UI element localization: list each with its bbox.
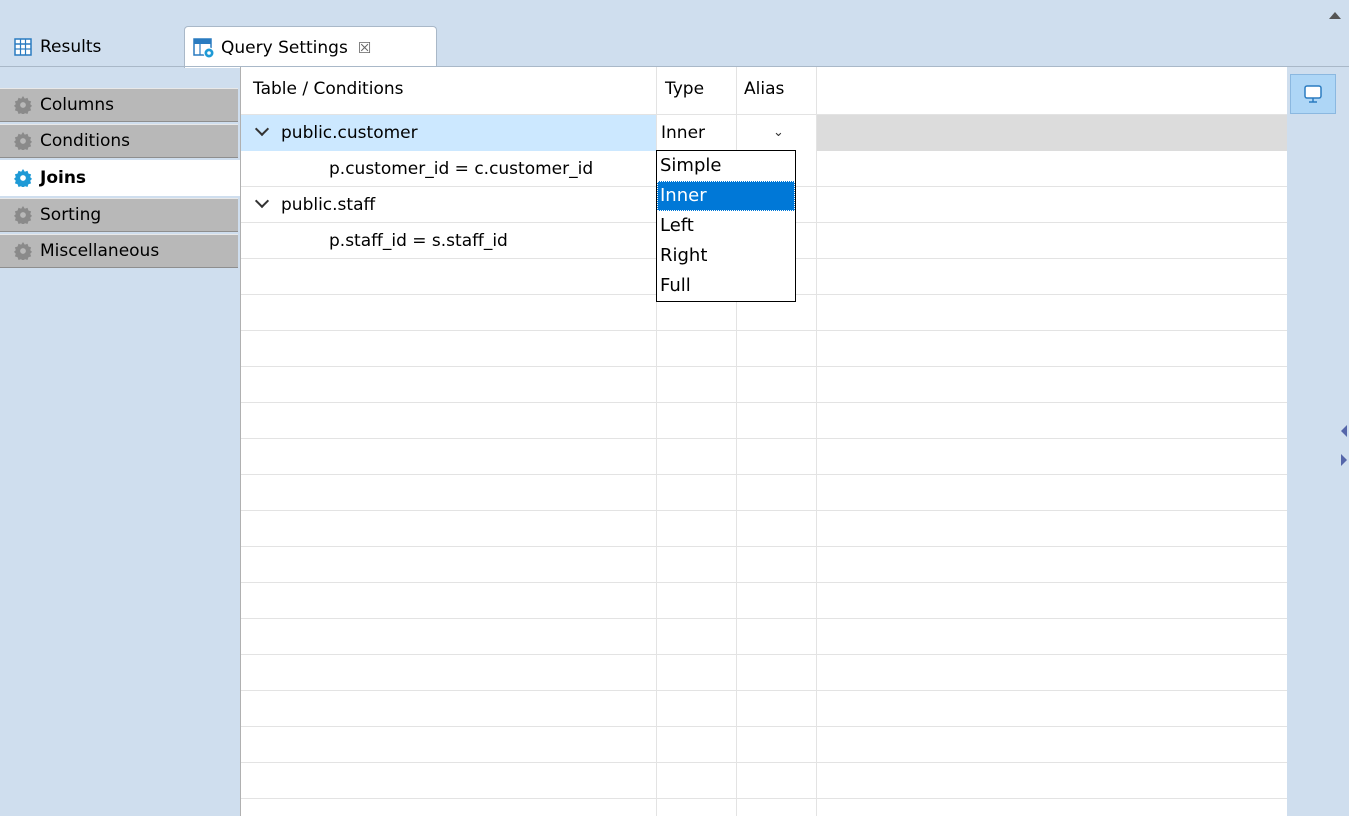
nav-item-label: Columns [40,95,114,115]
empty-row [241,403,1287,439]
empty-row [241,583,1287,619]
empty-row [241,655,1287,691]
nav-item-label: Conditions [40,131,130,151]
gear-icon [14,242,32,260]
table-header: Table / Conditions Type Alias [241,67,1287,115]
dropdown-option-left[interactable]: Left [657,211,795,241]
nav-item-joins[interactable]: Joins [0,160,240,196]
tree-node-label: public.customer [254,115,418,151]
column-header-alias[interactable]: Alias [744,79,784,99]
chevron-down-icon[interactable] [254,121,270,137]
join-type-dropdown-list[interactable]: Simple Inner Left Right Full [656,150,796,302]
column-header-type[interactable]: Type [665,79,704,99]
column-separator [816,67,817,816]
gear-icon [14,96,32,114]
tab-query-settings[interactable]: Query Settings ☒ [184,26,437,68]
empty-row [241,691,1287,727]
empty-row [241,439,1287,475]
empty-row [241,547,1287,583]
presentation-icon [1304,85,1322,103]
empty-row [241,367,1287,403]
right-side-panel [1288,67,1349,816]
chevron-down-icon[interactable] [254,193,270,209]
empty-row [241,619,1287,655]
join-condition-text: p.staff_id = s.staff_id [329,231,508,251]
tab-bar: Results Query Settings ☒ [0,0,1349,68]
empty-row [241,511,1287,547]
table-row[interactable]: public.customer Inner ⌄ [241,115,1287,151]
nav-item-sorting[interactable]: Sorting [0,198,238,232]
combo-arrow-icon[interactable]: ⌄ [773,115,784,151]
settings-nav: Columns Conditions Joins Sorting Miscell… [0,88,240,270]
dropdown-option-simple[interactable]: Simple [657,151,795,181]
table-grid-icon [14,38,32,56]
dropdown-option-full[interactable]: Full [657,271,795,301]
nav-item-label: Miscellaneous [40,241,160,261]
nav-item-label: Joins [40,168,87,188]
dropdown-option-right[interactable]: Right [657,241,795,271]
close-icon[interactable]: ☒ [358,39,371,57]
column-header-table[interactable]: Table / Conditions [253,79,403,99]
empty-row [241,475,1287,511]
tab-results-label: Results [40,37,102,57]
gear-icon [14,169,32,187]
tab-query-settings-label: Query Settings [221,37,348,58]
nav-item-miscellaneous[interactable]: Miscellaneous [0,234,238,268]
tab-results[interactable]: Results [14,28,101,66]
tree-node-label: public.staff [254,187,375,223]
query-settings-icon [193,37,215,58]
nav-item-columns[interactable]: Columns [0,88,238,122]
nav-item-conditions[interactable]: Conditions [0,124,238,158]
empty-row [241,331,1287,367]
gear-icon [14,206,32,224]
nav-item-label: Sorting [40,205,102,225]
empty-row [241,799,1287,816]
empty-row [241,763,1287,799]
join-condition-text: p.customer_id = c.customer_id [329,159,594,179]
scroll-up-arrow-icon[interactable] [1329,12,1341,19]
presentation-toggle-button[interactable] [1290,74,1336,114]
empty-row [241,727,1287,763]
dropdown-option-inner[interactable]: Inner [657,181,795,211]
join-type-combo-value[interactable]: Inner [661,115,705,151]
collapse-left-arrow-icon[interactable] [1341,425,1347,437]
expand-right-arrow-icon[interactable] [1341,454,1347,466]
gear-icon [14,132,32,150]
